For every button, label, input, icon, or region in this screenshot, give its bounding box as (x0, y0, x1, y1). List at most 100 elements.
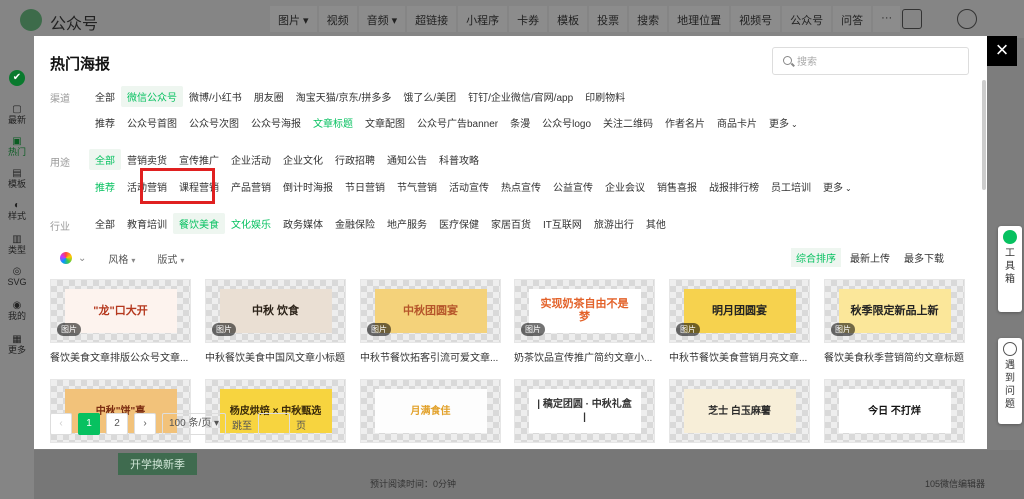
filter-tag[interactable]: 销售喜报 (651, 176, 703, 197)
page-button-1[interactable]: 1 (78, 413, 100, 435)
filter-tag[interactable]: 公众号logo (536, 112, 597, 133)
toolbar-item[interactable]: 地理位置 (669, 6, 730, 32)
filter-tag[interactable]: 医疗保健 (433, 213, 485, 234)
filter-tag[interactable]: 教育培训 (121, 213, 173, 234)
filter-tag[interactable]: 战报排行榜 (703, 176, 765, 197)
poster-card[interactable]: 月满食佳 (360, 379, 501, 443)
shield-icon[interactable] (957, 9, 977, 29)
filter-tag[interactable]: 文章标题 (307, 112, 359, 133)
sidebar-item[interactable]: ◐ 样式 (0, 200, 34, 222)
sidebar-item[interactable]: ◎ SVG (0, 266, 34, 288)
filter-tag[interactable]: 通知公告 (381, 149, 433, 170)
sort-option[interactable]: 综合排序 (791, 248, 841, 267)
filter-tag[interactable]: 政务媒体 (277, 213, 329, 234)
poster-thumbnail[interactable]: 月满食佳 (360, 379, 501, 443)
promo-button[interactable]: 开学换新季 (118, 453, 197, 475)
filter-tag[interactable]: 全部 (89, 148, 121, 170)
filter-tag[interactable]: 全部 (89, 213, 121, 234)
sidebar-item[interactable]: ▣ 热门 (0, 136, 34, 158)
poster-thumbnail[interactable]: "龙"口大开 图片 (50, 279, 191, 343)
toolbar-item[interactable]: 视频 (318, 6, 357, 32)
filter-tag[interactable]: 科普攻略 (433, 149, 485, 170)
sidebar-item[interactable]: ✔ (0, 70, 34, 86)
sidebar-item[interactable]: ▢ 最新 (0, 104, 34, 126)
filter-tag[interactable]: 宣传推广 (173, 149, 225, 170)
poster-card[interactable]: 明月团圆宴 图片 中秋节餐饮美食营销月亮文章... (669, 279, 810, 364)
toolbar-item[interactable]: 问答 (833, 6, 872, 32)
filter-tag[interactable]: 淘宝天猫/京东/拼多多 (290, 86, 398, 107)
layout-filter[interactable]: 版式 ▾ (157, 251, 184, 266)
toolbar-item[interactable]: ··· (873, 6, 901, 32)
filter-tag[interactable]: 钉钉/企业微信/官网/app (462, 86, 579, 107)
filter-tag[interactable]: 饿了么/美团 (397, 86, 462, 107)
jump-input[interactable] (258, 413, 291, 435)
filter-tag[interactable]: 公众号海报 (245, 112, 307, 133)
filter-tag[interactable]: 旅游出行 (588, 213, 640, 234)
filter-tag[interactable]: 作者名片 (659, 112, 711, 133)
filter-tag[interactable]: 餐饮美食 (173, 212, 225, 234)
device-icon[interactable] (902, 9, 922, 29)
filter-tag[interactable]: 家居百货 (485, 213, 537, 234)
filter-tag[interactable]: IT互联网 (537, 213, 588, 234)
toolbar-item[interactable]: 模板 (549, 6, 588, 32)
page-size-select[interactable]: 100 条/页 ▾ (162, 413, 227, 435)
filter-tag[interactable]: 地产服务 (381, 213, 433, 234)
filter-tag[interactable]: 推荐 (89, 112, 121, 133)
filter-tag[interactable]: 文化娱乐 (225, 213, 277, 234)
sidebar-item[interactable]: ◉ 我的 (0, 300, 34, 322)
filter-tag[interactable]: 微信公众号 (121, 85, 183, 107)
filter-tag[interactable]: 条漫 (504, 112, 536, 133)
poster-card[interactable]: 中秋团圆宴 图片 中秋节餐饮拓客引流可爱文章... (360, 279, 501, 364)
poster-card[interactable]: 芝士 白玉麻薯 (669, 379, 810, 443)
poster-thumbnail[interactable]: 中秋 饮食 图片 (205, 279, 346, 343)
sidebar-item[interactable]: ▦ 更多 (0, 334, 34, 356)
filter-tag[interactable]: 倒计时海报 (277, 176, 339, 197)
filter-tag[interactable]: 更多 ⌄ (817, 176, 858, 197)
help-button[interactable]: 遇到问题 (998, 338, 1022, 424)
poster-thumbnail[interactable]: 中秋团圆宴 图片 (360, 279, 501, 343)
filter-tag[interactable]: 全部 (89, 86, 121, 107)
poster-card[interactable]: 中秋 饮食 图片 中秋餐饮美食中国风文章小标题 (205, 279, 346, 364)
poster-thumbnail[interactable]: 今日 不打烊 (824, 379, 965, 443)
filter-tag[interactable]: 公众号次图 (183, 112, 245, 133)
filter-tag[interactable]: 企业活动 (225, 149, 277, 170)
filter-tag[interactable]: 微博/小红书 (183, 86, 248, 107)
filter-tag[interactable]: 营销卖货 (121, 149, 173, 170)
poster-card[interactable]: 秋季限定新品上新 图片 餐饮美食秋季营销简约文章标题 (824, 279, 965, 364)
sidebar-item[interactable]: ▤ 模板 (0, 168, 34, 190)
filter-tag[interactable]: 企业会议 (599, 176, 651, 197)
color-picker-icon[interactable] (60, 252, 72, 264)
poster-thumbnail[interactable]: | 稿定团圆 · 中秋礼盒 | (514, 379, 655, 443)
filter-tag[interactable]: 印刷物料 (579, 86, 631, 107)
toolbar-item[interactable]: 视频号 (731, 6, 781, 32)
filter-tag[interactable]: 节日营销 (339, 176, 391, 197)
sort-option[interactable]: 最新上传 (845, 248, 895, 267)
filter-tag[interactable]: 商品卡片 (711, 112, 763, 133)
toolbar-item[interactable]: 投票 (589, 6, 628, 32)
chevron-down-icon[interactable]: ⌄ (78, 253, 86, 264)
filter-tag[interactable]: 更多 ⌄ (763, 112, 804, 133)
filter-tag[interactable]: 员工培训 (765, 176, 817, 197)
modal-scrollbar[interactable] (982, 80, 986, 190)
filter-tag[interactable]: 企业文化 (277, 149, 329, 170)
filter-tag[interactable]: 公益宣传 (547, 176, 599, 197)
close-button[interactable]: × (987, 36, 1017, 66)
filter-tag[interactable]: 行政招聘 (329, 149, 381, 170)
filter-tag[interactable]: 其他 (640, 213, 672, 234)
toolbox-button[interactable]: 工具箱 (998, 226, 1022, 312)
toolbar-item[interactable]: 超链接 (407, 6, 457, 32)
poster-card[interactable]: 实现奶茶自由不是梦 图片 奶茶饮品宣传推广简约文章小... (514, 279, 655, 364)
filter-tag[interactable]: 产品营销 (225, 176, 277, 197)
poster-thumbnail[interactable]: 明月团圆宴 图片 (669, 279, 810, 343)
filter-tag[interactable]: 热点宣传 (495, 176, 547, 197)
filter-tag[interactable]: 活动宣传 (443, 176, 495, 197)
poster-card[interactable]: | 稿定团圆 · 中秋礼盒 | (514, 379, 655, 443)
filter-tag[interactable]: 节气营销 (391, 176, 443, 197)
filter-tag[interactable]: 金融保险 (329, 213, 381, 234)
toolbar-item[interactable]: 搜索 (629, 6, 668, 32)
filter-tag[interactable]: 公众号广告banner (411, 112, 504, 133)
style-filter[interactable]: 风格 ▾ (108, 251, 135, 266)
search-input[interactable] (797, 53, 957, 71)
poster-card[interactable]: "龙"口大开 图片 餐饮美食文章排版公众号文章... (50, 279, 191, 364)
prev-page-button[interactable]: ‹ (50, 413, 72, 435)
